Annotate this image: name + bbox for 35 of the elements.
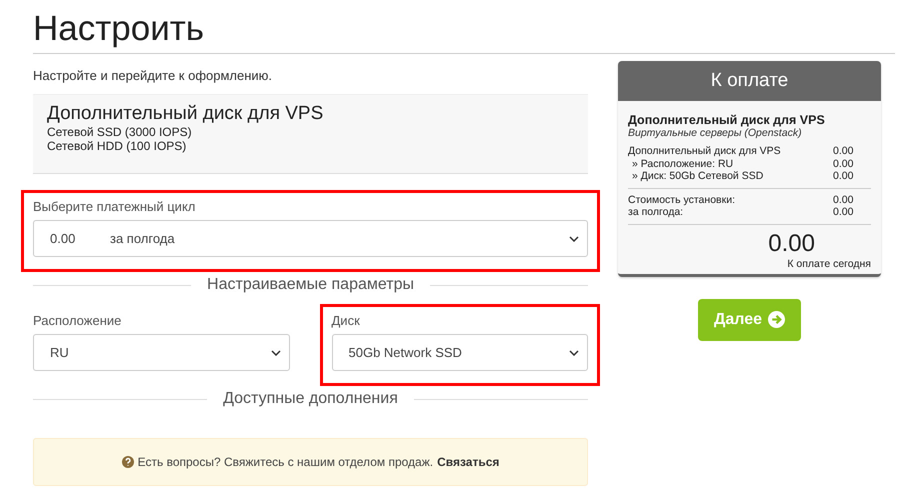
intro-text: Настройте и перейдите к оформлению. <box>33 68 274 83</box>
line-amount: 0.00 <box>833 194 854 206</box>
summary-title: К оплате <box>618 61 881 101</box>
option-select[interactable]: RU <box>33 334 290 371</box>
contact-link[interactable]: Связаться <box>437 455 500 469</box>
billing-cycle-select[interactable]: 0.00 за полгода <box>33 220 588 257</box>
line-label: » Диск: 50Gb Сетевой SSD <box>631 170 764 182</box>
line-label: Дополнительный диск для VPS <box>628 145 782 158</box>
line-label: » Расположение: RU <box>631 158 734 170</box>
section-heading: Настраиваемые параметры <box>207 276 414 294</box>
field-label: Диск <box>332 313 361 328</box>
total-label: К оплате сегодня <box>786 258 871 270</box>
chevron-down-icon <box>569 236 579 242</box>
field-label: Выберите платежный цикл <box>33 199 196 214</box>
arrow-right-icon <box>768 311 786 328</box>
notice-text: Есть вопросы? Свяжитесь с нашим отделом продаж. <box>138 455 434 469</box>
line-label: Стоимость установки: <box>628 194 736 206</box>
chevron-down-icon <box>569 350 579 356</box>
question-icon <box>122 456 134 468</box>
line-amount: 0.00 <box>833 206 854 218</box>
product-description: Сетевой SSD (3000 IOPS) <box>47 125 193 139</box>
line-amount: 0.00 <box>833 170 854 182</box>
option-select[interactable]: 50Gb Network SSD <box>332 334 588 371</box>
chevron-down-icon <box>270 350 280 356</box>
total-amount: 0.00 <box>767 230 815 258</box>
line-amount: 0.00 <box>833 145 854 158</box>
summary-group: Виртуальные серверы (Openstack) <box>628 127 871 139</box>
product-name: Дополнительный диск для VPS <box>47 103 324 125</box>
summary-product: Дополнительный диск для VPS <box>628 113 826 127</box>
line-label: за полгода: <box>628 206 684 218</box>
page-title: Настроить <box>33 8 206 50</box>
section-heading: Доступные дополнения <box>223 390 398 408</box>
field-label: Расположение <box>33 313 122 328</box>
product-description: Сетевой HDD (100 IOPS) <box>47 139 188 153</box>
line-amount: 0.00 <box>833 158 854 170</box>
